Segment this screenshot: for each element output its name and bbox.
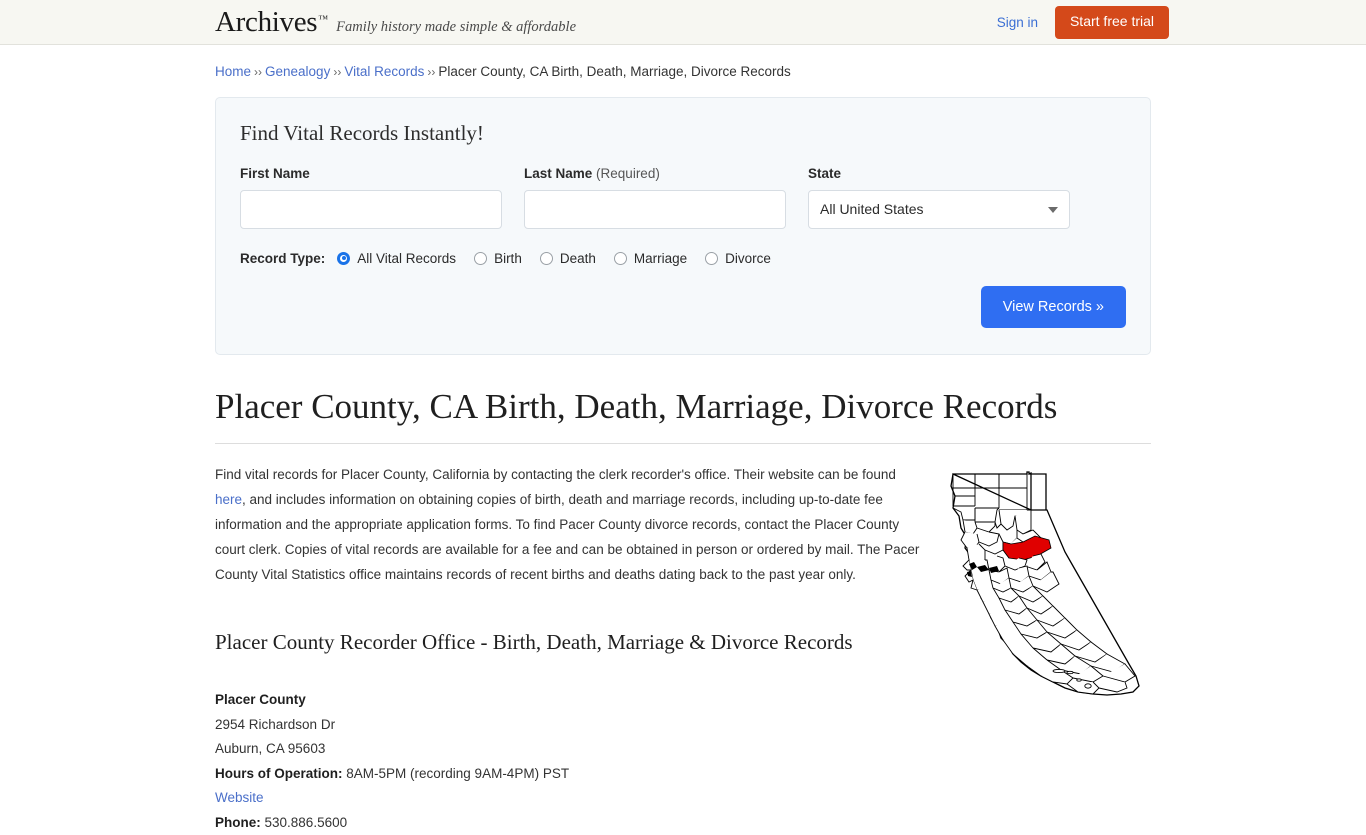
last-name-input[interactable] — [524, 189, 786, 229]
breadcrumb-current-page: Placer County, CA Birth, Death, Marriage… — [438, 64, 791, 79]
clerk-website-link[interactable]: here — [215, 492, 242, 507]
vital-records-search-panel: Find Vital Records Instantly! First Name… — [215, 96, 1151, 355]
trademark-icon: ™ — [318, 14, 329, 25]
site-logo[interactable]: Archives ™ Family history made simple & a… — [215, 8, 576, 37]
office-phone-label: Phone: — [215, 814, 261, 830]
office-website-link[interactable]: Website — [215, 790, 264, 805]
office-hours: Hours of Operation: 8AM-5PM (recording 9… — [215, 762, 927, 787]
radio-marriage[interactable]: Marriage — [613, 250, 688, 266]
site-tagline: Family history made simple & affordable — [336, 19, 577, 35]
radio-label-marriage: Marriage — [633, 250, 688, 266]
radio-birth[interactable]: Birth — [474, 251, 522, 266]
office-name: Placer County — [215, 692, 306, 708]
first-name-field-group: First Name — [240, 166, 502, 229]
breadcrumb-item-home[interactable]: Home — [215, 64, 251, 79]
last-name-label: Last Name (Required) — [524, 166, 786, 181]
state-field-group: State All United States — [808, 166, 1070, 229]
radio-label-divorce: Divorce — [725, 250, 771, 266]
record-type-label: Record Type: — [240, 250, 326, 266]
start-free-trial-button[interactable]: Start free trial — [1054, 6, 1169, 39]
intro-paragraph-part2: , and includes information on obtaining … — [215, 492, 920, 583]
sign-in-link[interactable]: Sign in — [997, 15, 1038, 30]
radio-death[interactable]: Death — [539, 250, 596, 266]
office-phone: Phone: 530.886.5600 — [215, 811, 927, 835]
radio-icon-marriage[interactable] — [613, 251, 627, 265]
breadcrumb: Home ›› Genealogy ›› Vital Records ›› Placer C… — [215, 45, 1151, 82]
view-records-button[interactable]: View Records » — [980, 285, 1126, 328]
radio-icon-death[interactable] — [539, 251, 553, 265]
intro-paragraph: Find vital records for Placer County, Ca… — [215, 462, 927, 587]
last-name-required-note: (Required) — [596, 165, 660, 181]
page-title: Placer County, CA Birth, Death, Marriage… — [215, 387, 1151, 445]
radio-label-all-vital-records: All Vital Records — [357, 250, 457, 266]
radio-label-birth: Birth — [494, 250, 522, 266]
search-panel-title: Find Vital Records Instantly! — [240, 120, 484, 145]
state-select[interactable]: All United States — [808, 189, 1070, 229]
breadcrumb-separator: ›› — [254, 65, 263, 79]
office-phone-value: 530.886.5600 — [264, 814, 348, 830]
radio-icon-divorce[interactable] — [705, 251, 719, 265]
radio-divorce[interactable]: Divorce — [705, 251, 771, 266]
last-name-label-text: Last Name — [524, 165, 593, 181]
record-type-group: Record Type: All Vital Records Birth Dea… — [240, 251, 1126, 266]
last-name-field-group: Last Name (Required) — [524, 166, 786, 229]
radio-label-death: Death — [559, 250, 596, 266]
recorder-office-subtitle: Placer County Recorder Office - Birth, D… — [215, 630, 853, 655]
radio-all-vital-records[interactable]: All Vital Records — [337, 251, 456, 266]
california-map-svg — [950, 471, 1140, 696]
breadcrumb-separator: ›› — [333, 65, 342, 79]
first-name-label: First Name — [240, 165, 310, 181]
breadcrumb-item-genealogy[interactable]: Genealogy — [265, 64, 330, 79]
first-name-input[interactable] — [240, 189, 502, 229]
california-county-map — [941, 464, 1149, 835]
breadcrumb-item-vital-records[interactable]: Vital Records — [344, 64, 424, 79]
state-label: State — [808, 165, 842, 181]
logo-text: Archives — [215, 6, 318, 38]
office-street: 2954 Richardson Dr — [215, 716, 336, 732]
site-header: Archives ™ Family history made simple & a… — [0, 0, 1366, 45]
intro-paragraph-part1: Find vital records for Placer County, Ca… — [215, 467, 896, 483]
recorder-office-address-block: Placer County 2954 Richardson Dr Auburn,… — [215, 688, 927, 835]
radio-icon-birth[interactable] — [474, 251, 488, 265]
breadcrumb-separator: ›› — [427, 65, 436, 79]
radio-icon-all-vital-records[interactable] — [337, 251, 351, 265]
office-city-state-zip: Auburn, CA 95603 — [215, 741, 326, 757]
